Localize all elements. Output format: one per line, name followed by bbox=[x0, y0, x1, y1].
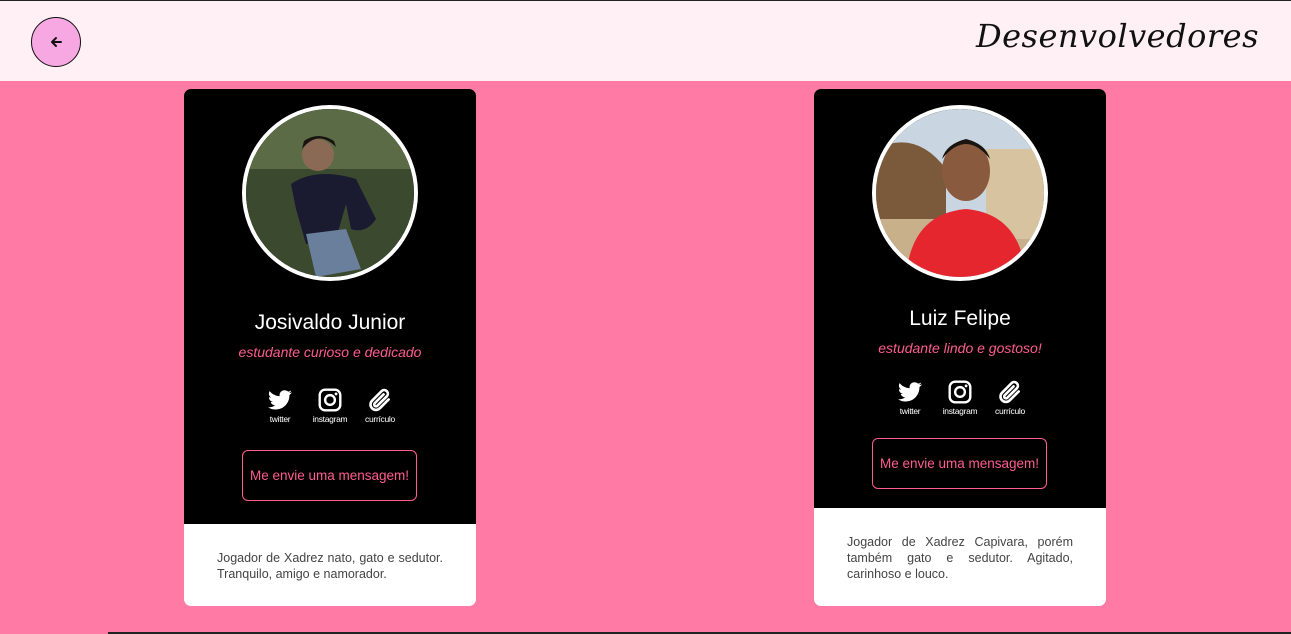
paperclip-icon bbox=[999, 380, 1020, 404]
social-label: currículo bbox=[995, 406, 1025, 416]
twitter-icon bbox=[268, 390, 292, 410]
social-instagram[interactable]: instagram bbox=[311, 387, 349, 424]
arrow-left-icon bbox=[51, 37, 62, 47]
social-label: instagram bbox=[942, 406, 978, 416]
social-curriculo[interactable]: currículo bbox=[361, 387, 399, 424]
social-label: twitter bbox=[269, 414, 291, 424]
send-message-button[interactable]: Me envie uma mensagem! bbox=[242, 450, 417, 501]
twitter-icon bbox=[898, 382, 922, 402]
social-twitter[interactable]: twitter bbox=[891, 379, 929, 416]
developer-description: Jogador de Xadrez nato, gato e sedutor. … bbox=[217, 551, 443, 581]
page-title: Desenvolvedores bbox=[975, 17, 1259, 55]
send-message-button[interactable]: Me envie uma mensagem! bbox=[872, 438, 1047, 489]
developer-name: Josivaldo Junior bbox=[254, 311, 406, 334]
developer-card-josivaldo: Josivaldo Junior estudante curioso e ded… bbox=[184, 89, 476, 606]
social-twitter[interactable]: twitter bbox=[261, 387, 299, 424]
back-button[interactable] bbox=[31, 17, 81, 67]
developer-name: Luiz Felipe bbox=[909, 307, 1011, 330]
top-header: Desenvolvedores bbox=[0, 0, 1291, 81]
social-label: twitter bbox=[899, 406, 921, 416]
developer-tagline: estudante lindo e gostoso! bbox=[878, 340, 1042, 356]
avatar bbox=[872, 105, 1048, 281]
instagram-icon bbox=[318, 388, 342, 412]
social-links: twitter instagram currículo bbox=[814, 379, 1106, 416]
developer-card-luiz: Luiz Felipe estudante lindo e gostoso! t… bbox=[814, 89, 1106, 606]
social-label: instagram bbox=[312, 414, 348, 424]
social-label: currículo bbox=[365, 414, 395, 424]
social-curriculo[interactable]: currículo bbox=[991, 379, 1029, 416]
developer-tagline: estudante curioso e dedicado bbox=[238, 344, 422, 360]
social-links: twitter instagram currículo bbox=[184, 387, 476, 424]
paperclip-icon bbox=[369, 388, 390, 412]
instagram-icon bbox=[948, 380, 972, 404]
developer-description: Jogador de Xadrez Capivara, porém também… bbox=[847, 535, 1073, 581]
avatar bbox=[242, 105, 418, 281]
card-profile-section: Josivaldo Junior estudante curioso e ded… bbox=[184, 89, 476, 524]
card-profile-section: Luiz Felipe estudante lindo e gostoso! t… bbox=[814, 89, 1106, 508]
social-instagram[interactable]: instagram bbox=[941, 379, 979, 416]
